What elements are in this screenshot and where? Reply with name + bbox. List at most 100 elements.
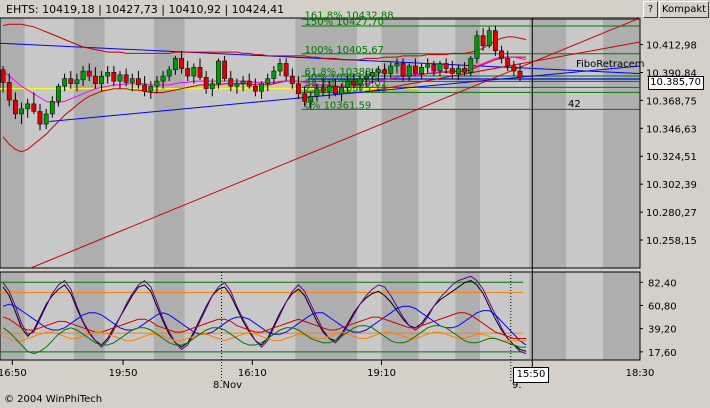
candle-body-72 bbox=[443, 63, 449, 69]
candle-body-48 bbox=[296, 83, 301, 95]
y-tick-label-6: 10.280,27 bbox=[646, 208, 697, 219]
osc-session-shade-7 bbox=[603, 272, 640, 360]
candle-body-35 bbox=[216, 60, 221, 84]
candle-body-21 bbox=[129, 78, 135, 83]
candle-body-28 bbox=[172, 58, 178, 71]
candle-body-15 bbox=[92, 75, 98, 84]
session-shade-1 bbox=[73, 18, 105, 268]
candle-body-24 bbox=[148, 85, 154, 92]
y-tick-label-0: 10.412,98 bbox=[646, 41, 697, 52]
candle-body-79 bbox=[486, 30, 492, 47]
candle-body-66 bbox=[406, 65, 412, 77]
osc-y-tick-label-2: 39,20 bbox=[648, 325, 677, 336]
fibo-level-label-1: 150% 10427,70 bbox=[305, 17, 384, 28]
candle-body-29 bbox=[179, 58, 184, 69]
candle-body-1 bbox=[6, 82, 12, 101]
candle-body-27 bbox=[166, 69, 172, 77]
candle-body-23 bbox=[142, 84, 148, 92]
candle-body-26 bbox=[160, 75, 166, 82]
candle-body-9 bbox=[56, 85, 61, 102]
candle-body-75 bbox=[462, 68, 468, 73]
candle-body-3 bbox=[19, 108, 24, 115]
chart-window: EHTS: 10419,18 | 10427,73 | 10410,92 | 1… bbox=[0, 0, 710, 408]
fibo-level-label-7: 0% 10361,59 bbox=[305, 100, 372, 111]
candle-body-13 bbox=[80, 70, 86, 81]
candle-body-50 bbox=[308, 96, 314, 102]
candle-body-4 bbox=[25, 103, 31, 110]
x-tick-label-2: 16:10 bbox=[238, 368, 267, 379]
candle-body-18 bbox=[111, 72, 117, 82]
y-tick-label-4: 10.324,51 bbox=[646, 152, 697, 163]
candle-body-44 bbox=[271, 70, 277, 79]
candle-body-69 bbox=[425, 64, 431, 68]
candle-body-14 bbox=[86, 70, 92, 77]
candle-body-58 bbox=[357, 78, 363, 86]
candle-body-82 bbox=[505, 58, 511, 67]
candle-body-39 bbox=[240, 80, 246, 84]
candle-body-37 bbox=[228, 78, 234, 87]
candle-body-65 bbox=[400, 63, 406, 77]
osc-session-shade-2 bbox=[153, 272, 185, 360]
candle-body-81 bbox=[499, 50, 504, 59]
candle-body-67 bbox=[412, 65, 418, 74]
candle-body-38 bbox=[234, 83, 240, 87]
y-tick-label-7: 10.258,15 bbox=[646, 236, 697, 247]
candle-body-12 bbox=[74, 79, 80, 84]
candle-body-36 bbox=[222, 60, 228, 79]
candle-body-55 bbox=[339, 87, 344, 95]
candle-body-32 bbox=[197, 66, 203, 78]
session-shade-0 bbox=[0, 18, 25, 268]
candle-body-52 bbox=[320, 88, 326, 92]
candle-body-41 bbox=[252, 85, 258, 92]
candle-body-22 bbox=[136, 78, 141, 86]
candle-body-40 bbox=[246, 80, 252, 87]
candle-body-84 bbox=[517, 70, 523, 78]
candle-body-5 bbox=[31, 103, 37, 112]
candle-body-0 bbox=[0, 69, 6, 83]
candle-body-33 bbox=[203, 77, 209, 89]
candle-body-57 bbox=[351, 80, 357, 86]
candle-body-20 bbox=[123, 74, 129, 83]
candle-body-64 bbox=[394, 63, 400, 67]
candle-body-34 bbox=[209, 83, 215, 89]
osc-y-tick-label-0: 82,40 bbox=[648, 278, 677, 289]
candle-body-25 bbox=[154, 80, 160, 87]
bar-count-label: 42 bbox=[568, 99, 581, 110]
candle-body-73 bbox=[449, 68, 455, 74]
y-tick-label-3: 10.346,63 bbox=[646, 124, 697, 135]
osc-session-shade-0 bbox=[0, 272, 25, 360]
candle-body-53 bbox=[326, 85, 332, 92]
candle-body-8 bbox=[49, 101, 55, 115]
candle-body-45 bbox=[277, 63, 283, 72]
chart-canvas[interactable]: 161,8% 10432,88150% 10427,70100% 10405,6… bbox=[0, 0, 710, 408]
candle-body-49 bbox=[302, 93, 308, 102]
candle-body-46 bbox=[283, 63, 289, 77]
candle-body-77 bbox=[474, 35, 480, 59]
candle-body-76 bbox=[468, 58, 474, 73]
y-tick-label-2: 10.368,75 bbox=[646, 96, 697, 107]
candle-body-74 bbox=[456, 68, 461, 74]
x-tick-label-right: 18:30 bbox=[626, 368, 655, 379]
candle-body-19 bbox=[117, 74, 123, 82]
candle-body-63 bbox=[388, 65, 394, 74]
osc-session-shade-6 bbox=[529, 272, 567, 360]
candle-body-42 bbox=[259, 83, 264, 92]
candle-body-31 bbox=[191, 66, 197, 77]
candle-body-70 bbox=[431, 64, 437, 72]
candle-body-47 bbox=[289, 75, 295, 84]
candle-body-11 bbox=[68, 78, 74, 84]
candle-body-16 bbox=[99, 75, 104, 84]
candle-body-17 bbox=[105, 72, 111, 77]
candle-body-80 bbox=[492, 30, 498, 52]
candle-body-60 bbox=[369, 72, 375, 77]
x-tick-label-3: 19:10 bbox=[367, 368, 396, 379]
session-shade-2 bbox=[153, 18, 185, 268]
candle-body-71 bbox=[437, 63, 443, 72]
candle-body-78 bbox=[480, 35, 486, 47]
candle-body-6 bbox=[37, 111, 43, 125]
x-tick-label-1: 19:50 bbox=[109, 368, 138, 379]
candle-body-51 bbox=[314, 88, 320, 97]
candle-body-54 bbox=[332, 85, 338, 95]
osc-session-shade-1 bbox=[73, 272, 105, 360]
candle-body-61 bbox=[376, 69, 381, 73]
